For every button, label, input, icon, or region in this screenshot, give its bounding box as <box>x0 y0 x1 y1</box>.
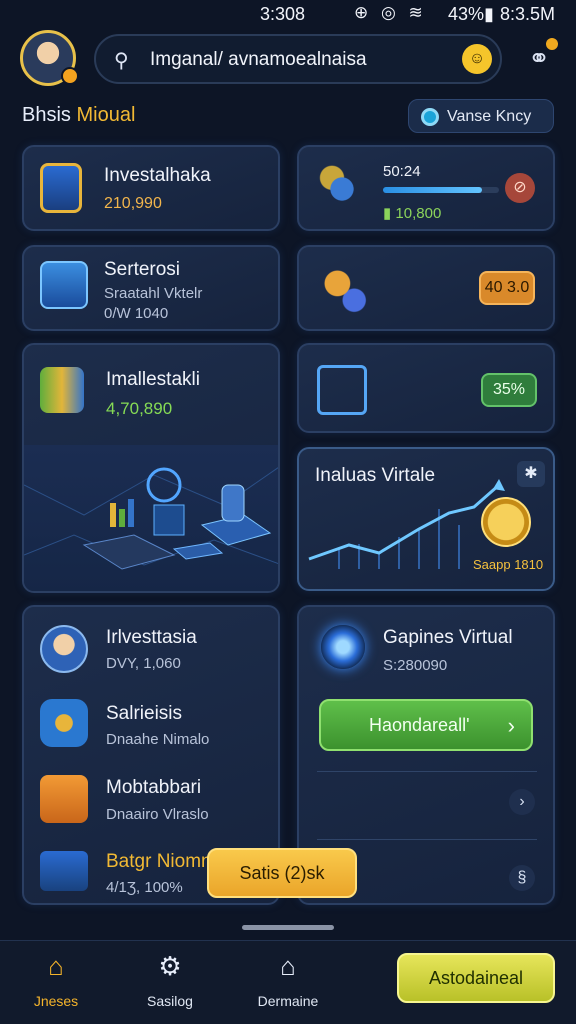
badge-coin-icon <box>40 699 88 747</box>
notification-dot <box>546 38 558 50</box>
card-title: Serterosi <box>104 259 181 280</box>
list-item-sub: 4/1Ʒ, 100% <box>106 879 183 896</box>
drag-handle[interactable] <box>242 925 334 930</box>
card-title: 50:24 <box>383 163 421 180</box>
close-button[interactable]: ✱ <box>517 461 545 487</box>
laptop-illustration <box>24 445 278 591</box>
card-inaluas-virtale[interactable]: Inaluas Virtale ✱ Saapp 1810 <box>297 447 555 591</box>
stop-button[interactable]: ⊘ <box>505 173 535 203</box>
card-serterosi[interactable]: Serterosi Sraatahl Vktelr 0/W 1040 <box>22 245 280 331</box>
manage-pill-button[interactable]: Vanse Kncy <box>408 99 554 133</box>
card-subtitle: Sraatahl Vktelr <box>104 285 203 302</box>
status-bar: 3:308 ⊕ ◎ ≋ 43%▮ 8:3.5M <box>0 0 576 30</box>
list-item-title[interactable]: Irlvesttasia <box>106 627 197 649</box>
card-value: 4,70,890 <box>106 399 173 418</box>
cta-button[interactable]: Astodaineal <box>397 953 555 1003</box>
card-investalhaka[interactable]: Investalhaka 210,990 <box>22 145 280 231</box>
card-stats[interactable]: 50:24 ▮ 10,800 ⊘ <box>297 145 555 231</box>
divider <box>317 839 537 840</box>
percent-badge: 35% <box>481 373 537 407</box>
status-icons: ⊕ ◎ ≋ <box>354 3 427 22</box>
chevron-right-button[interactable]: › <box>509 789 535 815</box>
nav-item-domains[interactable]: ⌂ Dermaine <box>248 951 328 1017</box>
list-item-sub: Dnaairo Vlraslo <box>106 806 209 823</box>
progress-fill <box>383 187 482 193</box>
mail-icon <box>40 775 88 823</box>
search-bar[interactable]: ⚲ ☺ <box>94 34 502 84</box>
card-title: Gapines Virtual <box>383 627 513 648</box>
monitor-icon <box>40 851 88 891</box>
card-gears[interactable]: 40 3.0 <box>297 245 555 331</box>
section-title: Bhsis Mioual <box>22 104 136 126</box>
card-value: 210,990 <box>104 195 162 212</box>
settings-icon: ⚙ <box>158 951 182 981</box>
gears-wrench-icon <box>317 161 367 217</box>
progress-bar <box>383 187 499 193</box>
value-badge: 40 3.0 <box>479 271 535 305</box>
chevron-right-icon: › <box>507 713 515 738</box>
document-icon <box>40 261 88 309</box>
pill-label: Vanse Kncy <box>447 108 532 125</box>
round-action-button[interactable]: § <box>509 865 535 891</box>
status-time: 3:308 <box>260 4 306 24</box>
list-item-sub: DVY, 1,060 <box>106 655 181 672</box>
checkmark-shield-icon <box>317 365 367 415</box>
search-input[interactable] <box>150 46 440 74</box>
card-title: Imallestakli <box>106 369 200 390</box>
home-icon: ⌂ <box>48 951 64 981</box>
smiley-icon[interactable]: ☺ <box>462 44 492 74</box>
nav-item-home[interactable]: ⌂ Jneses <box>16 951 96 1017</box>
floating-action-button[interactable]: Satis (2)sk <box>207 848 357 898</box>
card-title: Investalhaka <box>104 165 211 186</box>
coin-icon <box>481 497 531 547</box>
list-item-title[interactable]: Mobtabbari <box>106 777 201 799</box>
list-item-title[interactable]: Salrieisis <box>106 703 182 725</box>
status-clock-right: 8:3.5M <box>500 4 556 24</box>
orb-icon <box>321 625 365 669</box>
card-value: ▮ 10,800 <box>383 205 442 222</box>
wallet-icon <box>40 163 82 213</box>
coin-caption: Saapp 1810 <box>473 557 544 572</box>
nav-item-settings[interactable]: ⚙ Sasilog <box>130 951 210 1017</box>
card-imallestakli[interactable]: Imallestakli 4,70,890 <box>22 343 280 593</box>
person-avatar-icon <box>40 625 88 673</box>
illustration-svg <box>24 467 278 570</box>
battery-indicator: 43%▮ <box>448 4 494 24</box>
gears-icon <box>315 261 371 317</box>
card-title: Inaluas Virtale <box>315 465 436 486</box>
list-item-title[interactable]: Batgr Niomnn <box>106 851 222 873</box>
filter-icon[interactable]: ⚲ <box>114 48 129 73</box>
avatar-badge <box>61 67 79 85</box>
list-item-sub: Dnaahe Nimalo <box>106 731 210 748</box>
circle-icon <box>421 108 439 126</box>
user-avatar[interactable] <box>20 30 79 86</box>
primary-action-button[interactable]: Haondareall' › <box>319 699 533 751</box>
divider <box>317 771 537 772</box>
house-outline-icon: ⌂ <box>280 951 296 981</box>
bottom-nav: ⌂ Jneses ⚙ Sasilog ⌂ Dermaine Astodainea… <box>0 940 576 1024</box>
link-button[interactable]: ⚭ <box>518 38 560 78</box>
chart-blocks-icon <box>40 367 84 413</box>
card-subtitle-2: 0/W 1040 <box>104 305 169 322</box>
card-subtitle: S:280090 <box>383 657 448 674</box>
card-check[interactable]: 35% <box>297 343 555 433</box>
